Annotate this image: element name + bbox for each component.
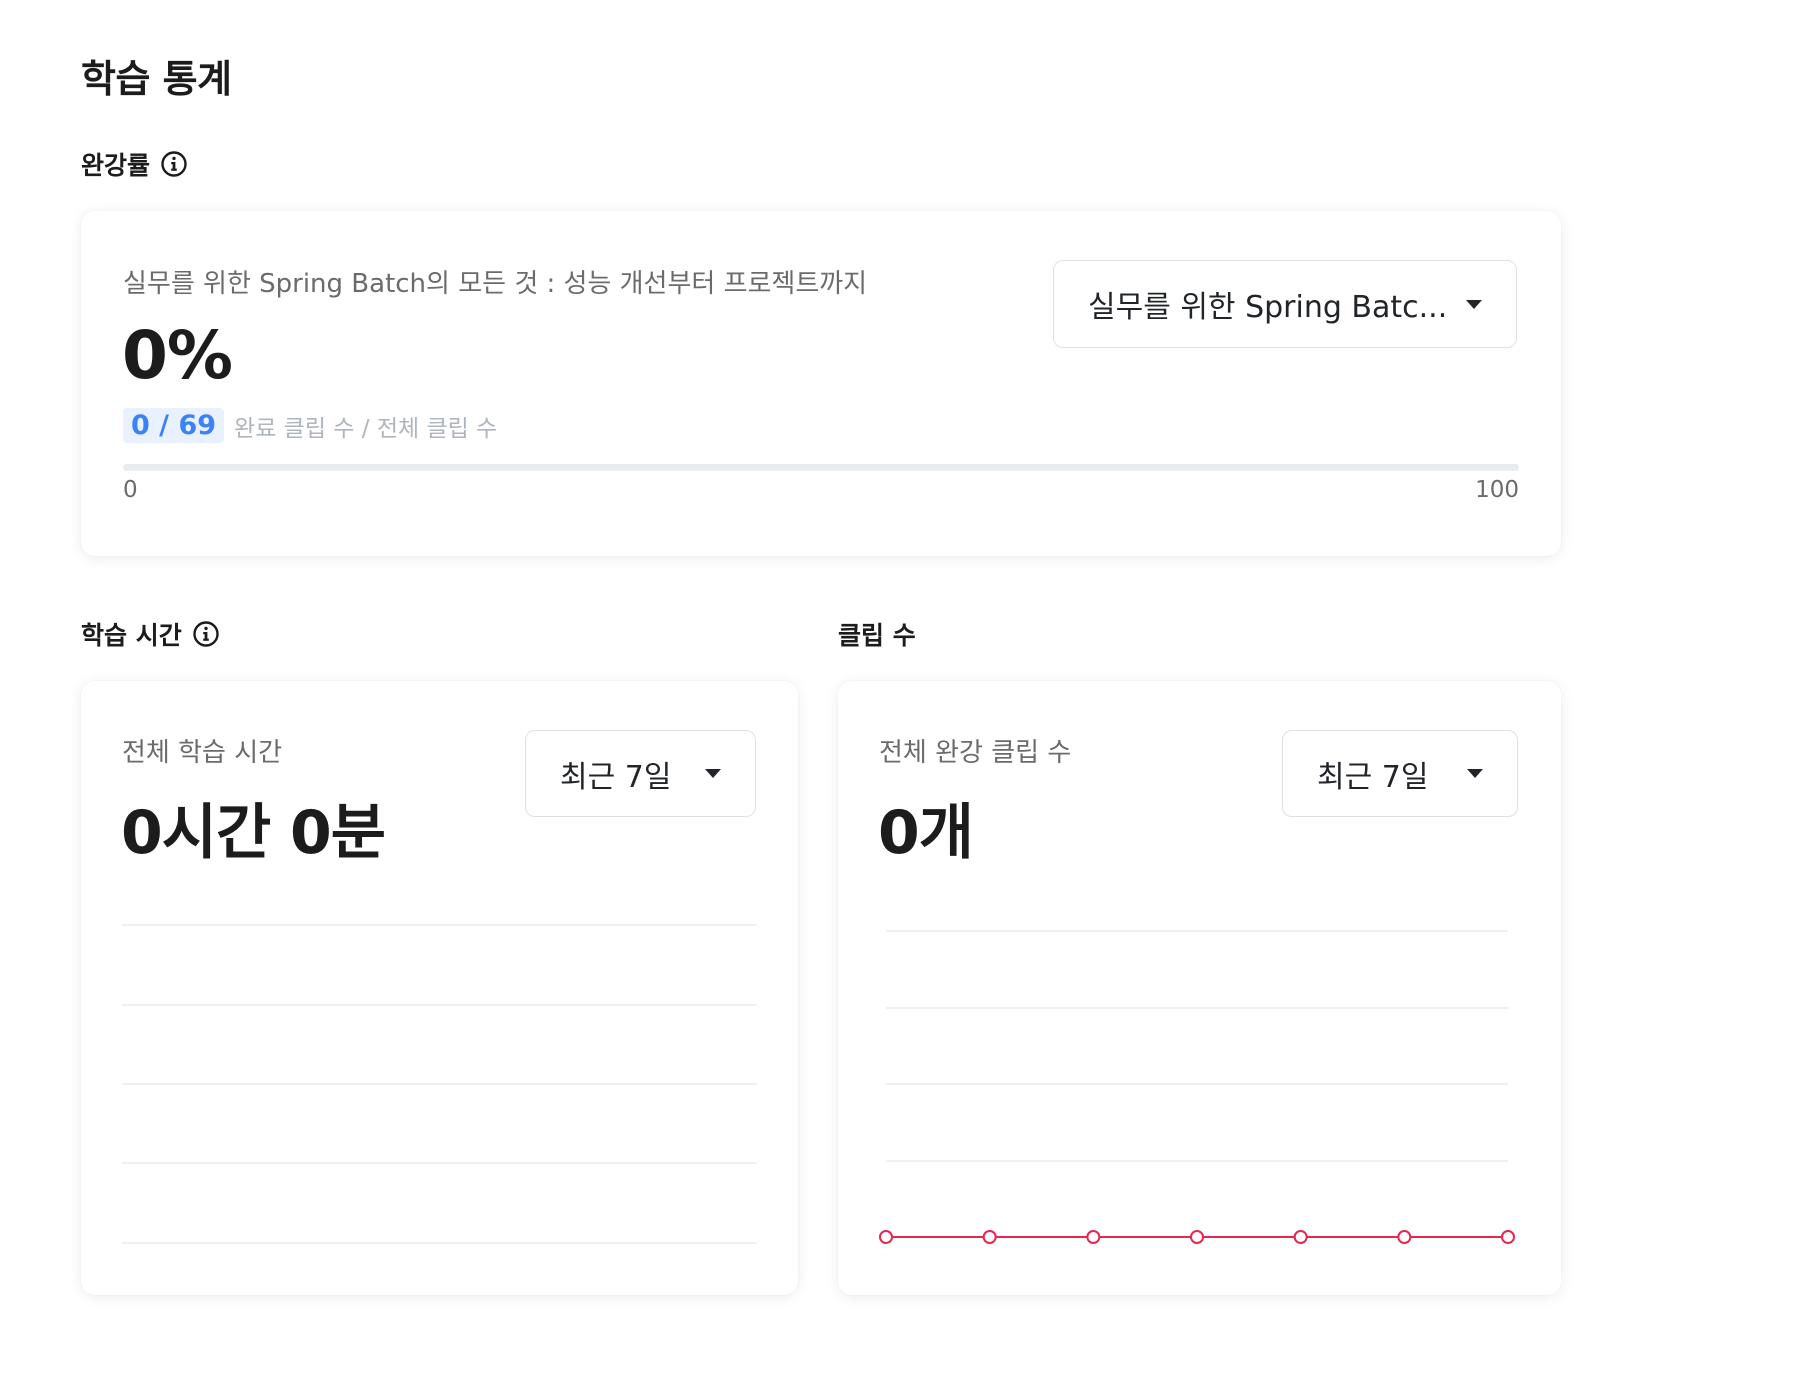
info-icon[interactable] [160,150,188,178]
data-point [879,1230,893,1244]
clip-ratio-row: 0 / 69 완료 클립 수 / 전체 클립 수 [123,408,497,443]
completion-percent: 0% [122,317,233,394]
progress-max-label: 100 [1475,477,1519,503]
info-icon[interactable] [192,620,220,648]
clip-ratio-badge: 0 / 69 [123,408,225,443]
completion-label-text: 완강률 [81,151,151,180]
data-point [1293,1230,1308,1244]
completion-progress-bar [123,464,1519,471]
study-time-chart [122,924,757,1244]
data-point [982,1230,997,1244]
clips-label-text: 클립 수 [838,621,916,650]
progress-min-label: 0 [123,477,138,503]
data-point [1086,1230,1101,1244]
course-name: 실무를 위한 Spring Batch의 모든 것 : 성능 개선부터 프로젝트… [123,269,868,299]
clips-card: 전체 완강 클립 수 0개 최근 7일 [838,681,1561,1295]
study-time-card: 전체 학습 시간 0시간 0분 최근 7일 [81,681,798,1295]
study-time-label-text: 학습 시간 [81,621,182,650]
chevron-down-icon [1466,299,1482,309]
learning-stats-page: 학습 통계 완강률 실무를 위한 Spring Batch의 모든 것 : 성능… [0,0,1812,1390]
course-select-value: 실무를 위한 Spring Batc... [1088,290,1448,325]
data-point [1397,1230,1412,1244]
data-point [1501,1230,1515,1244]
clips-chart [879,930,1515,1244]
data-point [1190,1230,1204,1244]
completion-section-label: 완강률 [81,146,188,182]
completion-card: 실무를 위한 Spring Batch의 모든 것 : 성능 개선부터 프로젝트… [81,211,1561,556]
study-time-section-label: 학습 시간 [81,616,220,652]
page-title: 학습 통계 [81,57,232,101]
course-select[interactable]: 실무를 위한 Spring Batc... [1053,260,1517,348]
clips-section-label: 클립 수 [838,616,916,652]
clip-ratio-caption: 완료 클립 수 / 전체 클립 수 [234,415,498,442]
